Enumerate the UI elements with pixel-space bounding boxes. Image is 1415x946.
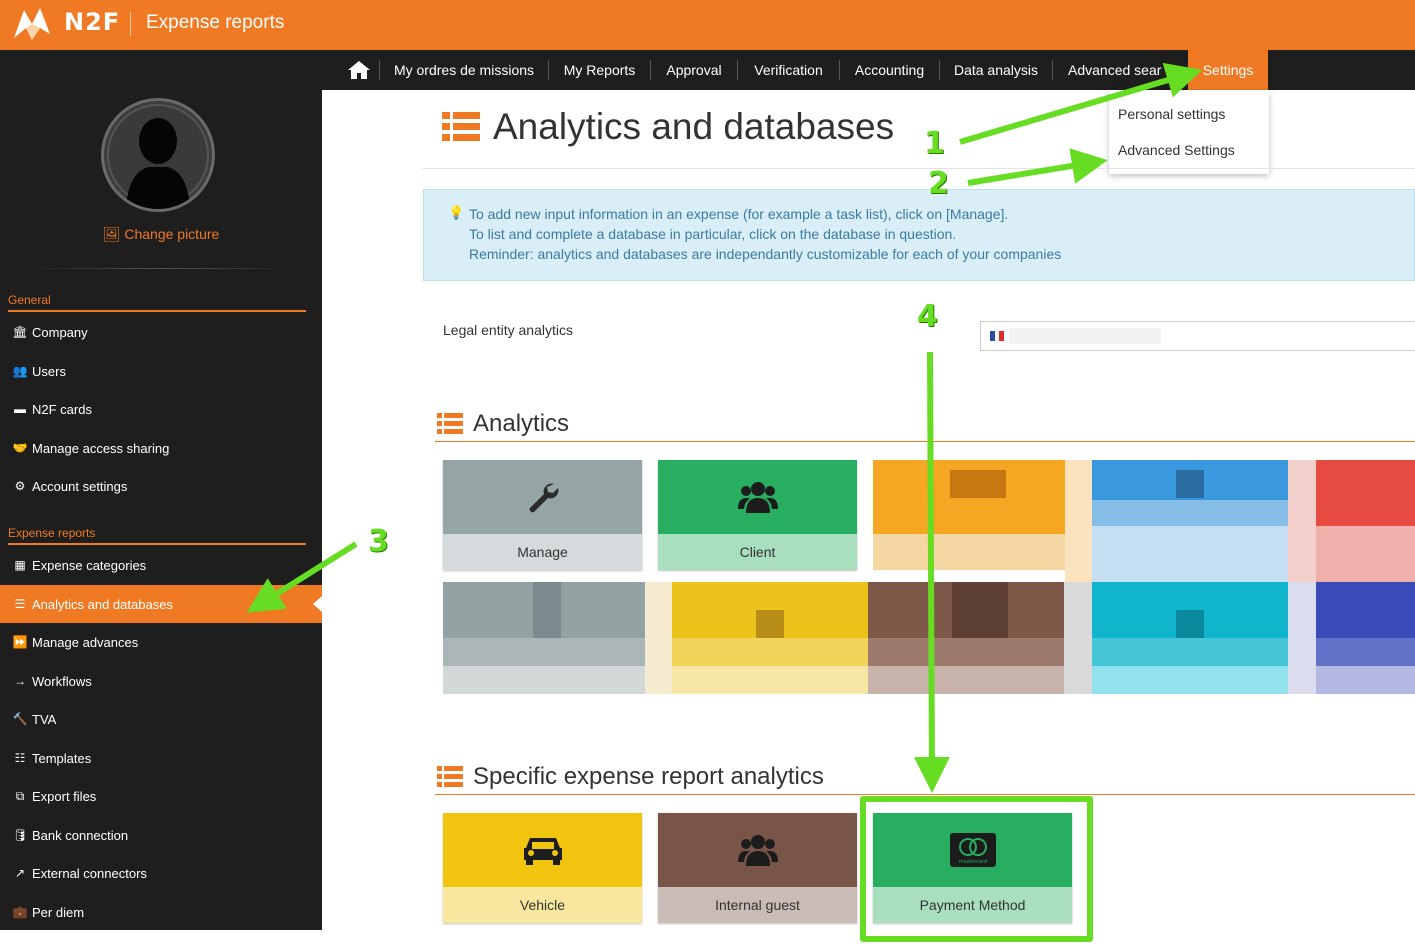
annotation-arrows — [246, 62, 1203, 793]
arrow-2 — [967, 148, 1108, 186]
annotation-number: 1 — [924, 126, 945, 161]
arrow-4 — [913, 351, 950, 793]
annotation-number: 4 — [917, 299, 938, 334]
annotation-number: 3 — [368, 524, 389, 559]
arrow-1 — [959, 62, 1203, 145]
arrow-3 — [246, 541, 358, 613]
annotation-number: 2 — [928, 166, 949, 201]
